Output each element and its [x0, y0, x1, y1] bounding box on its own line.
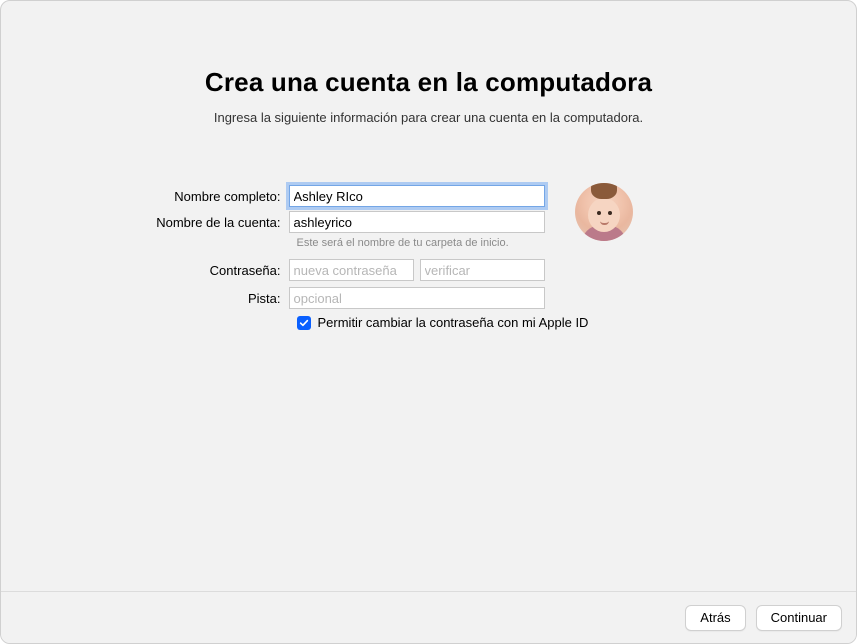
password-new-input[interactable]	[289, 259, 414, 281]
hint-input[interactable]	[289, 287, 545, 309]
account-form: Nombre completo: Nombre de la cuenta: Es…	[119, 185, 739, 330]
continue-button[interactable]: Continuar	[756, 605, 842, 631]
password-label: Contraseña:	[119, 263, 289, 278]
hint-label: Pista:	[119, 291, 289, 306]
footer: Atrás Continuar	[1, 591, 856, 643]
allow-reset-label: Permitir cambiar la contraseña con mi Ap…	[318, 315, 589, 330]
account-name-input[interactable]	[289, 211, 545, 233]
content-area: Crea una cuenta en la computadora Ingres…	[1, 1, 856, 591]
avatar[interactable]	[575, 183, 633, 241]
allow-reset-checkbox[interactable]	[297, 316, 311, 330]
full-name-label: Nombre completo:	[119, 189, 289, 204]
account-name-label: Nombre de la cuenta:	[119, 215, 289, 230]
account-name-helper: Este será el nombre de tu carpeta de ini…	[297, 237, 509, 249]
back-button[interactable]: Atrás	[685, 605, 745, 631]
checkmark-icon	[299, 318, 309, 328]
setup-window: Crea una cuenta en la computadora Ingres…	[0, 0, 857, 644]
page-title: Crea una cuenta en la computadora	[205, 67, 652, 98]
page-subtitle: Ingresa la siguiente información para cr…	[214, 110, 643, 125]
password-verify-input[interactable]	[420, 259, 545, 281]
full-name-input[interactable]	[289, 185, 545, 207]
